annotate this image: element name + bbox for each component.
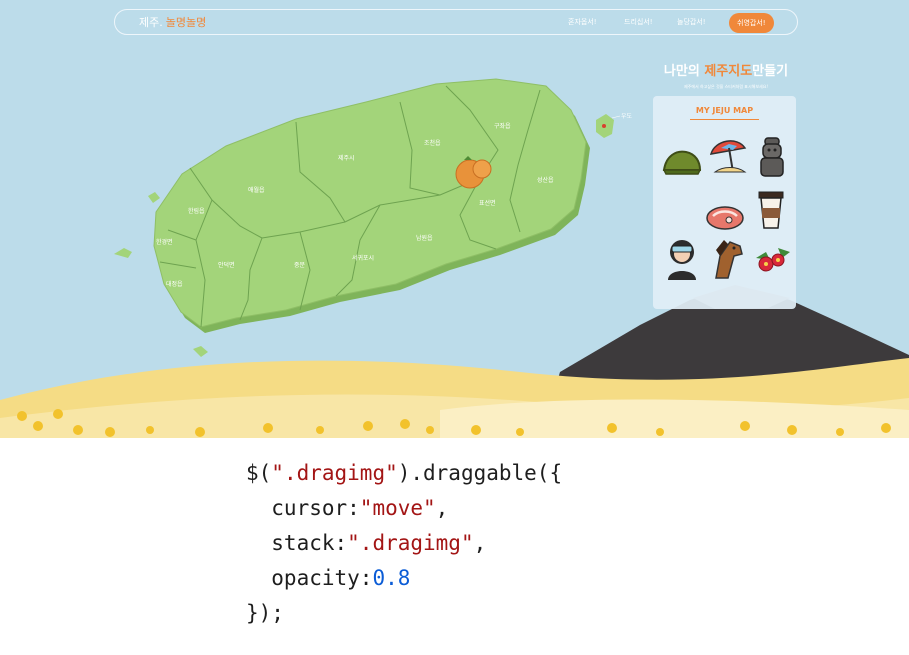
region-label-daejeong: 대정읍 (166, 281, 183, 288)
panel-subtitle: 제주에서 하고싶은 것을 스티커처럼 표시해보세요! (684, 84, 768, 89)
code-token: }); (246, 601, 284, 625)
code-token: $( (246, 461, 272, 485)
region-label-jungmun: 중문 (294, 262, 306, 269)
region-label-jocheon: 조천읍 (424, 140, 441, 147)
sticker-panel: MY JEJU MAP (653, 96, 796, 309)
panel-title-accent: 제주지도 (704, 64, 753, 79)
panel-title-prefix: 나만의 (663, 64, 705, 79)
site-logo[interactable]: 제주. 놀명놀명 (139, 14, 206, 30)
code-line-3: stack:".dragimg", (246, 526, 562, 561)
region-label-aewol: 애월읍 (248, 187, 265, 194)
code-line-4: opacity:0.8 (246, 561, 562, 596)
panel-title-suffix: 만들기 (752, 64, 789, 79)
code-token: , (435, 496, 449, 520)
nav-item-eat[interactable]: 드리십서! (624, 17, 653, 27)
code-line-1: $(".dragimg").draggable({ (246, 456, 562, 491)
region-label-hangyeong: 한경면 (156, 239, 173, 246)
code-string: "move" (359, 496, 436, 520)
region-label-pyoseon: 표선면 (479, 200, 496, 207)
camellia-icon[interactable] (752, 244, 792, 276)
region-label-hallim: 한림읍 (188, 208, 205, 215)
logo-prefix: 제주. (139, 16, 163, 29)
region-label-namwon: 남원읍 (416, 235, 433, 242)
code-line-5: }); (246, 596, 562, 631)
region-label-udo: 우도 (621, 113, 633, 120)
code-token: , (473, 531, 487, 555)
region-label-gujwa: 구좌읍 (494, 123, 511, 130)
nav-item-rest[interactable]: 쉬영갑서! (729, 13, 774, 33)
panel-heading: MY JEJU MAP (695, 106, 754, 115)
region-label-andeok: 안덕면 (218, 262, 235, 269)
panel-heading-underline (690, 119, 759, 120)
region-label-jeju-si: 제주시 (338, 155, 355, 162)
region-label-seongsan: 성산읍 (537, 177, 554, 184)
nav-item-alone[interactable]: 혼자옵서! (568, 17, 597, 27)
jeju-horse-icon[interactable] (706, 238, 746, 280)
code-number: 0.8 (372, 566, 411, 590)
panel-title: 나만의 제주지도만들기 (652, 60, 800, 79)
black-pork-icon[interactable] (705, 204, 745, 232)
code-string: ".dragimg" (347, 531, 474, 555)
nav-item-play[interactable]: 놀당갑서! (677, 17, 706, 27)
code-token: opacity: (246, 566, 373, 590)
beach-umbrella-icon[interactable] (707, 136, 749, 176)
logo-accent: 놀명놀명 (165, 16, 207, 29)
code-string: ".dragimg" (271, 461, 398, 485)
code-token: cursor: (246, 496, 360, 520)
code-token: stack: (246, 531, 348, 555)
code-snippet: $(".dragimg").draggable({ cursor:"move",… (246, 456, 562, 631)
grass-hill-icon[interactable] (662, 146, 702, 176)
coffee-cup-icon[interactable] (757, 190, 785, 230)
jeju-map-scene: 제주. 놀명놀명 혼자옵서! 드리십서! 놀당갑서! 쉬영갑서! 구좌읍 조천읍 … (0, 0, 909, 438)
dol-hareubang-icon[interactable] (758, 136, 786, 178)
top-navbar: 제주. 놀명놀명 혼자옵서! 드리십서! 놀당갑서! 쉬영갑서! (114, 9, 798, 35)
code-line-2: cursor:"move", (246, 491, 562, 526)
haenyeo-diver-icon[interactable] (665, 238, 699, 280)
code-token: ).draggable({ (397, 461, 563, 485)
region-label-seogwipo: 서귀포시 (352, 255, 375, 262)
